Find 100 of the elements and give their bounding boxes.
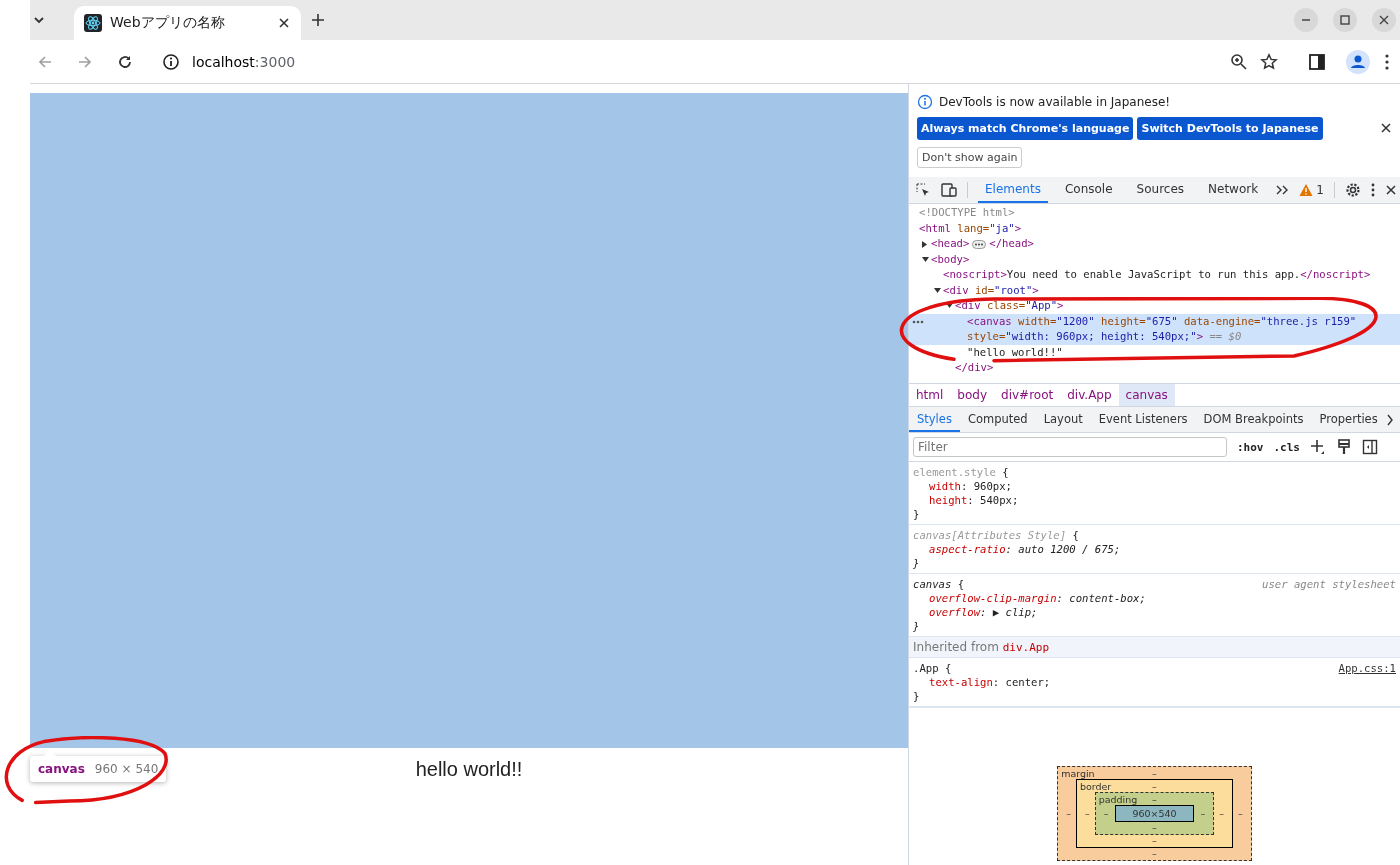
css-selector: .App { [913,661,952,675]
plus-icon[interactable] [311,13,325,27]
sidebar-toggle-icon[interactable] [1362,439,1378,455]
html-markup: <body> [931,251,970,267]
html-markup: </div> [955,361,994,373]
dom-tree-row[interactable]: <html lang="ja"> [909,220,1400,236]
breadcrumb[interactable]: div.App [1060,384,1119,406]
side-panel-icon[interactable] [1308,52,1326,71]
star-icon[interactable] [1260,52,1278,71]
panel-tab[interactable]: Network [1201,177,1266,203]
language-button[interactable]: Always match Chrome's language [917,117,1134,140]
box-value: – [1151,781,1158,792]
panel-tab[interactable]: Elements [978,177,1048,203]
pane-tab[interactable]: DOM Breakpoints [1195,407,1312,432]
close-icon[interactable] [277,16,291,30]
more-tabs-icon[interactable] [1275,183,1290,197]
info-icon [917,94,933,110]
html-markup: <head> </head> [931,236,1034,251]
css-declaration: aspect-ratio: auto 1200 / 675; [928,542,1122,556]
box-value: – [1065,808,1072,819]
pane-tab[interactable]: Computed [959,407,1036,432]
more-icon[interactable] [1384,52,1390,71]
box-value: – [1151,848,1158,859]
breadcrumb[interactable]: div#root [994,384,1061,406]
closing-brace: } [913,556,920,570]
filter-field[interactable]: Filter [913,437,1227,457]
html-markup: <noscript>You need to enable JavaScript to run this app.</noscript> [943,267,1371,282]
collapsed-arrow-icon[interactable] [922,241,927,248]
box-value: – [1199,808,1207,819]
settings-icon[interactable] [1344,182,1361,198]
css-declaration: overflow-clip-margin: content-box; [928,591,1147,605]
source-link[interactable]: App.css:1 [1338,661,1396,675]
inherited-header: Inherited from div.App [909,637,1400,658]
css-selector: canvas { [913,577,965,591]
box-value: – [1151,835,1158,846]
html-markup: "hello world!!" [967,344,1063,360]
atom-icon [84,14,102,32]
css-declaration: overflow: ▶ clip; [928,605,1039,619]
html-markup: <!DOCTYPE html> [919,205,1015,220]
element-size: 960 × 540 [94,762,159,776]
minimize-icon[interactable] [1294,8,1318,32]
box-value: – [1151,794,1158,805]
box-label: padding [1098,794,1138,805]
more-icon[interactable] [912,319,924,324]
css-selector: element.style { [913,465,1009,479]
close-icon[interactable] [1384,184,1397,196]
expanded-arrow-icon[interactable] [946,303,953,308]
toolbar-toggle[interactable]: .cls [1273,440,1300,454]
browser-tab[interactable]: Webアプリの名称 [74,6,301,40]
pane-tab[interactable]: Properties [1311,407,1386,432]
css-declaration: text-align: center; [928,675,1052,689]
pane-tab[interactable]: Layout [1035,407,1091,432]
dom-tree-row[interactable]: <body> [909,251,1400,267]
pane-tab[interactable]: Styles [909,407,960,432]
html-markup: <html lang="ja"> [919,220,1022,236]
html-markup: <div class="App"> [955,298,1064,313]
dom-tree-row[interactable]: <noscript>You need to enable JavaScript to run this app.</noscript> [909,267,1400,283]
info-icon[interactable] [162,52,180,71]
paint-brush-icon[interactable] [1336,439,1352,455]
breadcrumb[interactable]: canvas [1118,384,1175,406]
expanded-arrow-icon[interactable] [922,256,929,262]
box-value: – [1102,808,1110,819]
dom-tree-row[interactable]: <head> </head> [909,236,1400,252]
source-label: user agent stylesheet [1262,577,1396,591]
language-button[interactable]: Switch DevTools to Japanese [1137,117,1323,140]
dom-tree-row[interactable]: "hello world!!" [909,344,1400,360]
breadcrumb[interactable]: body [950,384,995,406]
zoom-icon[interactable] [1230,52,1248,71]
pane-tab[interactable]: Event Listeners [1090,407,1196,432]
maximize-icon[interactable] [1333,8,1357,32]
box-value: – [1237,808,1244,819]
chevron-right-icon[interactable] [1385,412,1393,427]
add-rule-icon[interactable] [1310,439,1326,455]
box-value: – [1151,768,1158,779]
ellipsis-icon[interactable] [972,239,987,249]
close-icon[interactable] [1372,8,1396,32]
dom-tree-row[interactable]: <canvas width="1200" height="675" data-engine="three.js r159" style="width: 960px; height: 540px;"> == $0 [909,313,1400,345]
toolbar-toggle[interactable]: :hov [1237,440,1264,454]
panel-tab[interactable]: Console [1057,177,1120,203]
tag-name: canvas [38,762,85,776]
closing-brace: } [913,619,920,633]
url-text: localhost:3000 [192,53,297,70]
avatar-icon[interactable] [1346,49,1370,74]
content-box: 960×540 [1115,805,1194,822]
box-label: border [1079,781,1112,792]
inspect-icon[interactable] [915,182,931,198]
dismiss-button[interactable]: Don't show again [917,147,1023,168]
closing-brace: } [913,689,920,703]
expanded-arrow-icon[interactable] [934,287,941,293]
box-value: – [1083,808,1091,819]
css-declaration: height: 540px; [928,493,1020,507]
dom-tree-row[interactable]: <!DOCTYPE html> [909,205,1400,221]
close-icon[interactable] [1380,122,1392,134]
breadcrumb[interactable]: html [909,384,951,406]
panel-tab[interactable]: Sources [1129,177,1192,203]
more-icon[interactable] [1370,182,1375,198]
dom-tree-row[interactable]: <div id="root"> [909,282,1400,298]
dom-tree-row[interactable]: <div class="App"> [909,298,1400,314]
box-value: – [1151,822,1158,833]
device-icon[interactable] [941,182,957,198]
